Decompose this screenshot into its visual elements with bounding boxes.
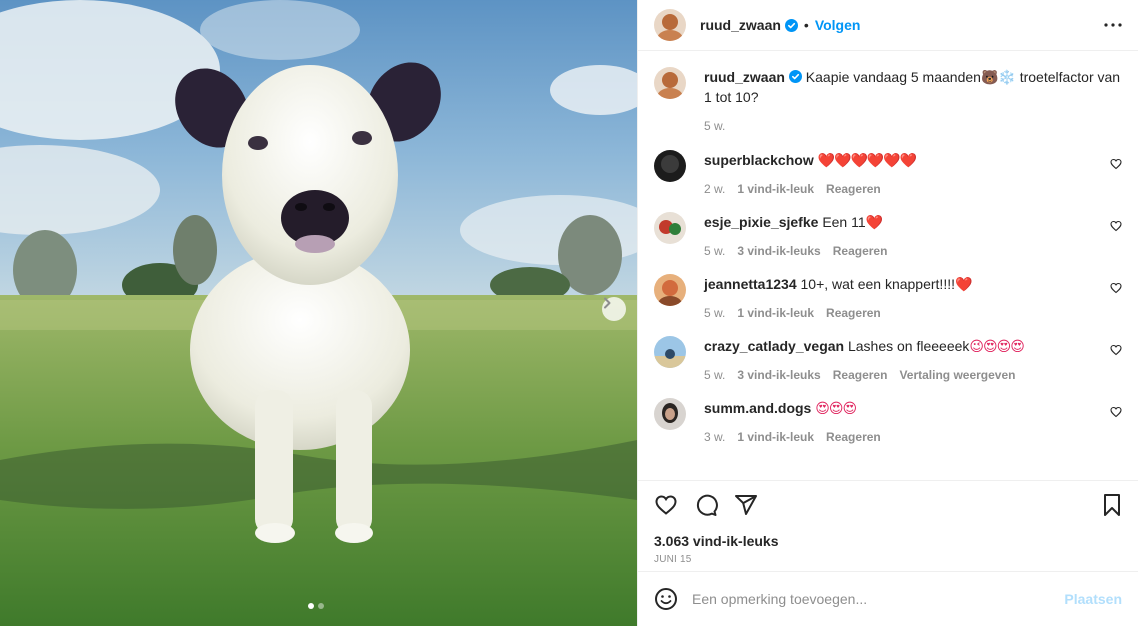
comment-reply-button[interactable]: Reageren [833, 241, 888, 261]
comment-username[interactable]: esje_pixie_sjefke [704, 214, 818, 230]
author-avatar[interactable] [654, 9, 686, 41]
comment-icon[interactable] [694, 493, 718, 517]
share-icon[interactable] [734, 493, 758, 517]
comment-text: 10+, wat een knappert!!!! [800, 276, 956, 292]
comment-username[interactable]: crazy_catlady_vegan [704, 338, 844, 354]
post-date: JUNI 15 [654, 554, 692, 565]
comment-emoji: ❤️❤️❤️❤️❤️❤️ [817, 152, 918, 168]
header-separator: • [803, 17, 809, 33]
more-options-icon[interactable] [1104, 23, 1122, 27]
comment-time: 3 w. [704, 430, 726, 444]
add-comment-bar: Plaatsen [638, 571, 1138, 626]
comment-likes-link[interactable]: 3 vind-ik-leuks [737, 365, 820, 385]
verified-badge-icon [784, 18, 798, 32]
carousel-dot [308, 603, 314, 609]
comment-emoji: 😉😍😍😍 [969, 338, 1024, 354]
comment-likes-link[interactable]: 1 vind-ik-leuk [737, 427, 814, 447]
likes-count[interactable]: 3.063 vind-ik-leuks [654, 533, 1122, 549]
bookmark-icon[interactable] [1102, 493, 1122, 517]
post-image[interactable] [0, 0, 637, 626]
comment-input[interactable] [692, 591, 1065, 607]
comment-emoji: ❤️ [865, 214, 883, 230]
comment-item: superblackchow ❤️❤️❤️❤️❤️❤️ 2 w. 1 vind-… [654, 150, 1122, 199]
comment-text: Lashes on fleeeeek [847, 338, 970, 354]
post-actions: 3.063 vind-ik-leuks JUNI 15 [638, 480, 1138, 571]
comment-text: Een 11 [822, 214, 866, 230]
comment-time: 2 w. [704, 182, 726, 196]
comment-heart-icon[interactable] [1110, 220, 1122, 232]
like-heart-icon[interactable] [654, 493, 678, 517]
comment-heart-icon[interactable] [1110, 406, 1122, 418]
comment-reply-button[interactable]: Reageren [826, 179, 881, 199]
post-sidebar: ruud_zwaan • Volgen ruud_zwaan Kaapie va… [637, 0, 1138, 626]
commenter-avatar[interactable] [654, 150, 686, 182]
comment-reply-button[interactable]: Reageren [826, 427, 881, 447]
commenter-avatar[interactable] [654, 398, 686, 430]
comment-username[interactable]: summ.and.dogs [704, 400, 811, 416]
chevron-right-icon [604, 297, 611, 309]
follow-button[interactable]: Volgen [815, 17, 861, 33]
post-header: ruud_zwaan • Volgen [638, 0, 1138, 51]
post-caption: ruud_zwaan Kaapie vandaag 5 maanden🐻❄️ t… [654, 67, 1122, 136]
comment-emoji: 😍😍😍 [815, 400, 857, 416]
caption-author-avatar[interactable] [654, 67, 686, 99]
comment-reply-button[interactable]: Reageren [826, 303, 881, 323]
calf-photo [0, 0, 637, 626]
author-username[interactable]: ruud_zwaan [700, 17, 781, 33]
comment-time: 5 w. [704, 244, 726, 258]
comment-likes-link[interactable]: 1 vind-ik-leuk [737, 303, 814, 323]
comment-emoji: ❤️ [955, 276, 972, 292]
comment-time: 5 w. [704, 306, 726, 320]
comment-heart-icon[interactable] [1110, 344, 1122, 356]
post-dialog: ruud_zwaan • Volgen ruud_zwaan Kaapie va… [0, 0, 1138, 626]
emoji-icon[interactable] [654, 587, 678, 611]
carousel-next-button[interactable] [602, 297, 626, 321]
commenter-avatar[interactable] [654, 336, 686, 368]
comment-time: 5 w. [704, 368, 726, 382]
comments-list[interactable]: ruud_zwaan Kaapie vandaag 5 maanden🐻❄️ t… [638, 51, 1138, 480]
caption-time: 5 w. [704, 119, 726, 133]
comment-item: jeannetta1234 10+, wat een knappert!!!!❤… [654, 274, 1122, 323]
translate-button[interactable]: Vertaling weergeven [899, 365, 1015, 385]
comment-heart-icon[interactable] [1110, 158, 1122, 170]
carousel-indicator [308, 603, 324, 609]
comment-reply-button[interactable]: Reageren [833, 365, 888, 385]
comment-likes-link[interactable]: 3 vind-ik-leuks [737, 241, 820, 261]
comment-username[interactable]: superblackchow [704, 152, 814, 168]
commenter-avatar[interactable] [654, 212, 686, 244]
carousel-dot [318, 603, 324, 609]
verified-badge-icon [788, 70, 802, 83]
post-comment-button[interactable]: Plaatsen [1064, 591, 1122, 607]
comment-likes-link[interactable]: 1 vind-ik-leuk [737, 179, 814, 199]
comment-item: esje_pixie_sjefke Een 11❤️ 5 w. 3 vind-i… [654, 212, 1122, 261]
caption-username[interactable]: ruud_zwaan [704, 69, 785, 85]
commenter-avatar[interactable] [654, 274, 686, 306]
comment-item: summ.and.dogs 😍😍😍 3 w. 1 vind-ik-leuk Re… [654, 398, 1122, 447]
comment-heart-icon[interactable] [1110, 282, 1122, 294]
comment-item: crazy_catlady_vegan Lashes on fleeeeek😉😍… [654, 336, 1122, 385]
comment-username[interactable]: jeannetta1234 [704, 276, 797, 292]
